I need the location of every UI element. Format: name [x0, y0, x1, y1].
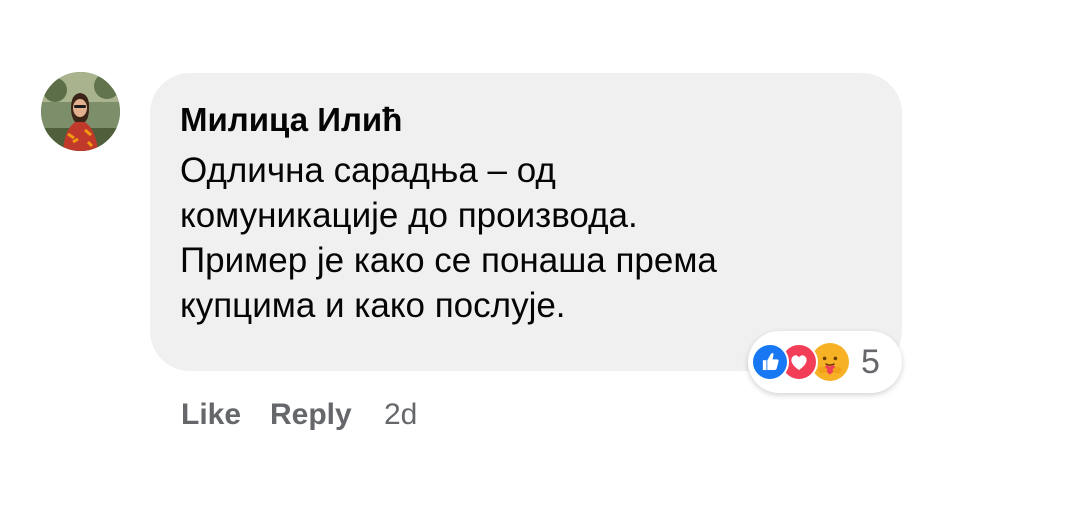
reactions-summary[interactable]: 5 [748, 331, 902, 393]
author-name[interactable]: Милица Илић [180, 98, 402, 142]
comment: Милица Илић Одлична сарадња – од комуник… [0, 0, 1080, 511]
avatar[interactable] [41, 72, 120, 151]
comment-text-line: Одлична сарадња – од [180, 151, 556, 190]
comment-text-line: комуникације до производа. [180, 196, 638, 235]
reaction-count: 5 [861, 343, 880, 381]
timestamp[interactable]: 2d [384, 396, 417, 434]
reply-button[interactable]: Reply [270, 396, 352, 434]
like-button[interactable]: Like [181, 396, 241, 434]
profile-photo-icon [41, 72, 120, 151]
comment-text: Одлична сарадња – од комуникације до про… [180, 148, 880, 328]
comment-text-line: Пример је како се понаша према [180, 241, 717, 280]
like-icon [751, 343, 789, 381]
comment-text-line: купцима и како послује. [180, 286, 566, 325]
